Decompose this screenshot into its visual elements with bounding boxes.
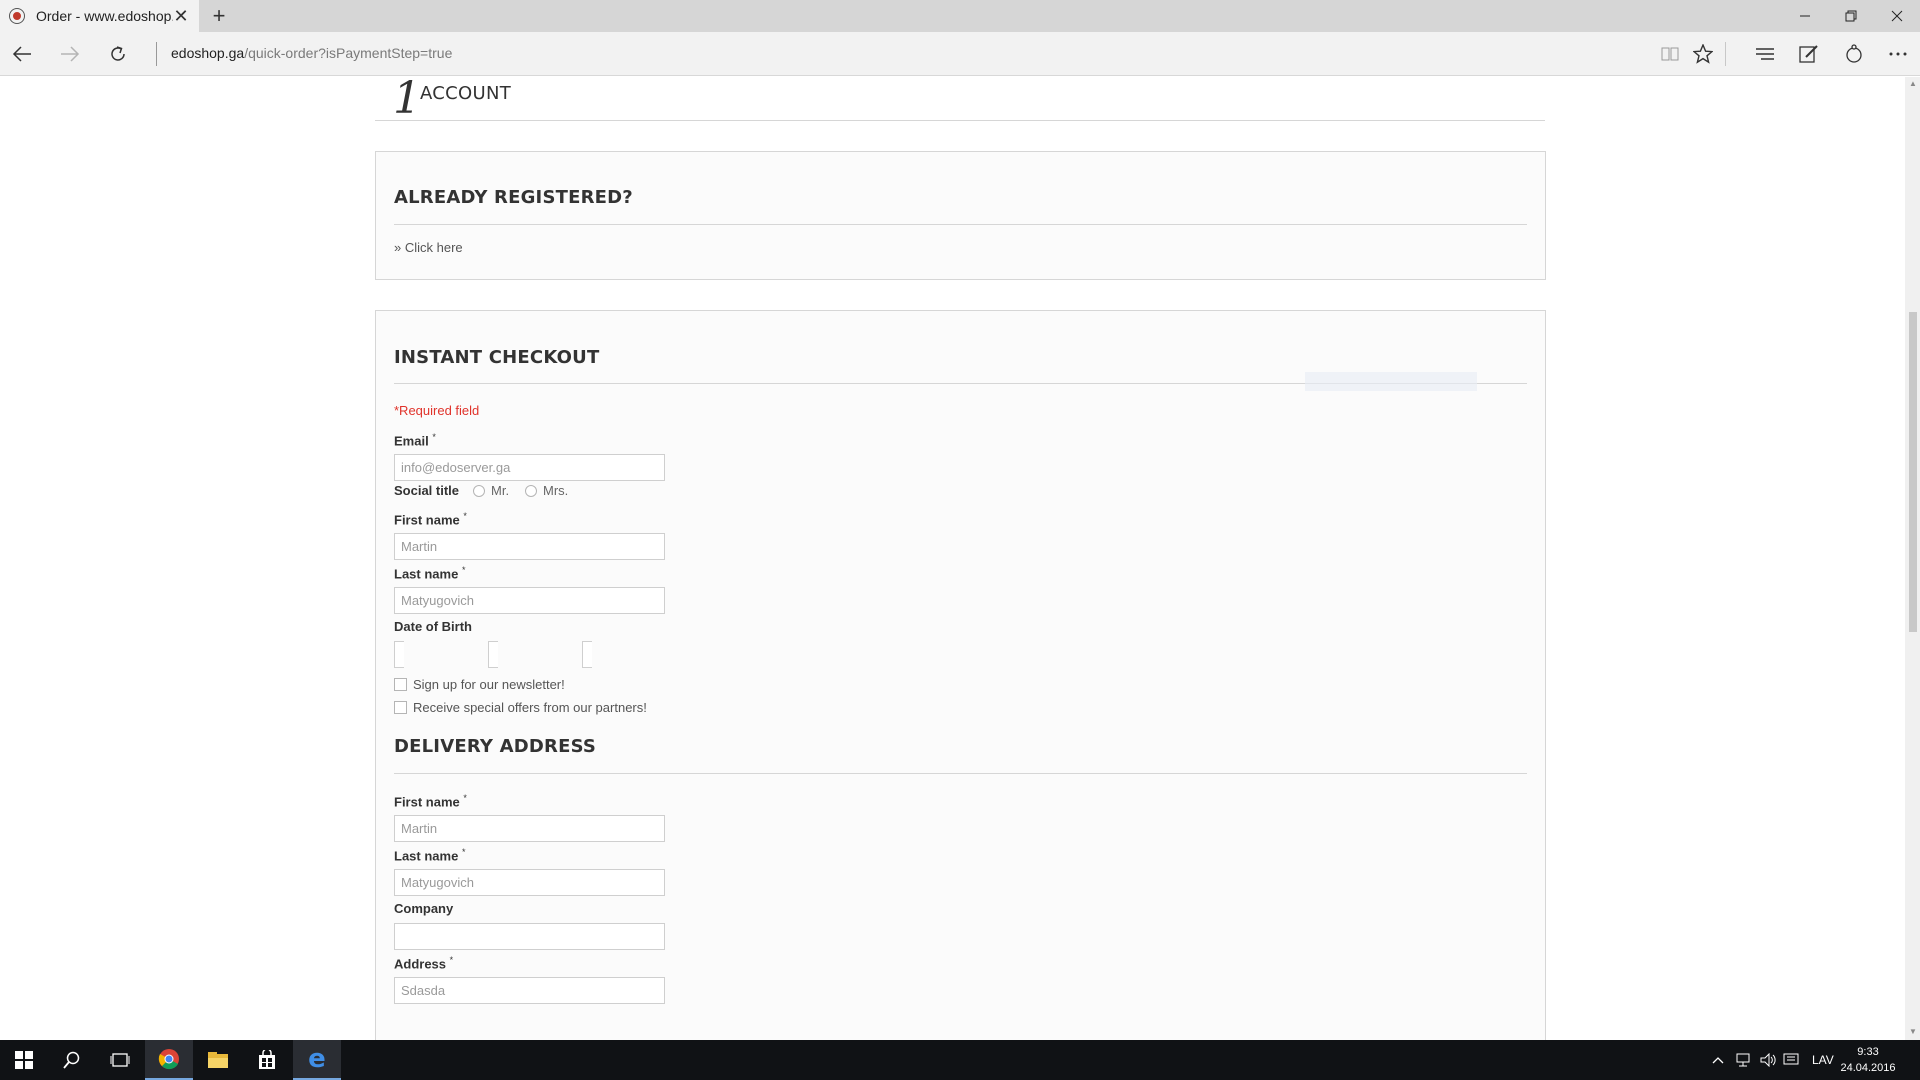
taskbar-clock[interactable]: 9:33 24.04.2016 xyxy=(1838,1044,1898,1076)
scroll-up-icon[interactable]: ▲ xyxy=(1909,79,1917,88)
web-note-icon[interactable] xyxy=(1795,40,1823,68)
company-input[interactable] xyxy=(394,923,665,950)
refresh-icon[interactable] xyxy=(104,40,132,68)
reading-view-icon[interactable] xyxy=(1656,40,1684,68)
file-explorer-icon[interactable] xyxy=(194,1040,242,1080)
already-registered-panel: ALREADY REGISTERED? » Click here xyxy=(375,151,1546,280)
company-label: Company xyxy=(394,901,454,916)
forward-icon[interactable] xyxy=(56,40,84,68)
already-registered-heading: ALREADY REGISTERED? xyxy=(394,187,633,208)
scroll-down-icon[interactable]: ▼ xyxy=(1909,1027,1917,1036)
partner-offers-option[interactable]: Receive special offers from our partners… xyxy=(394,700,647,715)
radio-mrs[interactable]: Mrs. xyxy=(525,483,568,498)
dob-label: Date of Birth xyxy=(394,619,472,634)
address-separator xyxy=(156,42,157,66)
dob-day-select[interactable] xyxy=(394,641,404,668)
more-options-icon[interactable] xyxy=(1884,40,1912,68)
page-viewport: 1 ACCOUNT ALREADY REGISTERED? » Click he… xyxy=(0,77,1905,1040)
back-icon[interactable] xyxy=(8,40,36,68)
url-path: /quick-order?isPaymentStep=true xyxy=(244,45,453,61)
close-tab-icon[interactable]: ✕ xyxy=(171,6,191,26)
url-host: edoshop.ga xyxy=(171,45,245,61)
step-title: ACCOUNT xyxy=(420,83,512,104)
clock-time: 9:33 xyxy=(1857,1046,1879,1058)
delivery-first-name-input[interactable] xyxy=(394,815,665,842)
tab-bar: Order - www.edoshop.ga ✕ + xyxy=(0,0,1920,32)
address-bar[interactable]: edoshop.ga/quick-order?isPaymentStep=tru… xyxy=(171,45,452,61)
last-name-label: Last name * xyxy=(394,565,466,582)
email-label: Email * xyxy=(394,432,436,449)
show-hidden-icons-icon[interactable] xyxy=(1712,1040,1724,1080)
divider xyxy=(394,773,1527,774)
required-field-note: *Required field xyxy=(394,403,480,418)
delivery-first-name-label: First name * xyxy=(394,793,467,810)
step-number: 1 xyxy=(393,77,421,124)
dob-year-select[interactable] xyxy=(582,641,592,668)
radio-mr[interactable]: Mr. xyxy=(473,483,509,498)
faded-overlay-banner xyxy=(1305,372,1477,391)
volume-icon[interactable] xyxy=(1760,1040,1778,1080)
browser-tab[interactable]: Order - www.edoshop.ga ✕ xyxy=(0,0,199,32)
radio-circle-icon[interactable] xyxy=(473,484,485,497)
newsletter-option[interactable]: Sign up for our newsletter! xyxy=(394,677,565,692)
search-icon[interactable] xyxy=(48,1040,96,1080)
address-label: Address * xyxy=(394,955,454,972)
close-window-icon[interactable] xyxy=(1874,0,1920,32)
address-input[interactable] xyxy=(394,977,665,1004)
store-icon[interactable] xyxy=(243,1040,291,1080)
radio-circle-icon[interactable] xyxy=(525,484,537,497)
email-input[interactable] xyxy=(394,454,665,481)
last-name-input[interactable] xyxy=(394,587,665,614)
clock-date: 24.04.2016 xyxy=(1840,1062,1896,1074)
windows-start-icon[interactable] xyxy=(0,1040,48,1080)
first-name-label: First name * xyxy=(394,511,467,528)
new-tab-icon[interactable]: + xyxy=(207,4,231,28)
restore-icon[interactable] xyxy=(1828,0,1874,32)
tab-title: Order - www.edoshop.ga xyxy=(36,8,173,24)
toolbar-separator xyxy=(1725,42,1726,66)
delivery-last-name-input[interactable] xyxy=(394,869,665,896)
hub-icon[interactable] xyxy=(1751,40,1779,68)
notifications-icon[interactable] xyxy=(1783,1040,1799,1080)
checkbox-icon[interactable] xyxy=(394,701,407,714)
favorite-star-icon[interactable] xyxy=(1689,40,1717,68)
page-scrollbar[interactable]: ▲ ▼ xyxy=(1905,77,1920,1040)
instant-checkout-panel: INSTANT CHECKOUT *Required field Email *… xyxy=(375,310,1546,1040)
navigation-bar: edoshop.ga/quick-order?isPaymentStep=tru… xyxy=(0,32,1920,76)
delivery-last-name-label: Last name * xyxy=(394,847,466,864)
input-language[interactable]: LAV xyxy=(1812,1040,1834,1080)
site-favicon-icon xyxy=(10,9,24,23)
first-name-input[interactable] xyxy=(394,533,665,560)
checkbox-icon[interactable] xyxy=(394,678,407,691)
scrollbar-thumb[interactable] xyxy=(1909,312,1917,632)
windows-taskbar: e LAV 9:33 24.04.2016 xyxy=(0,1040,1920,1080)
dob-month-select[interactable] xyxy=(488,641,498,668)
delivery-address-heading: DELIVERY ADDRESS xyxy=(394,736,597,757)
network-icon[interactable] xyxy=(1736,1040,1754,1080)
minimize-icon[interactable] xyxy=(1782,0,1828,32)
account-step-header: 1 ACCOUNT xyxy=(375,77,1545,124)
chrome-icon[interactable] xyxy=(145,1040,193,1080)
login-link[interactable]: » Click here xyxy=(394,240,463,255)
instant-checkout-heading: INSTANT CHECKOUT xyxy=(394,347,600,368)
edge-icon[interactable]: e xyxy=(293,1040,341,1080)
divider xyxy=(394,224,1527,225)
social-title-label: Social title xyxy=(394,483,460,498)
task-view-icon[interactable] xyxy=(96,1040,144,1080)
share-icon[interactable] xyxy=(1840,40,1868,68)
